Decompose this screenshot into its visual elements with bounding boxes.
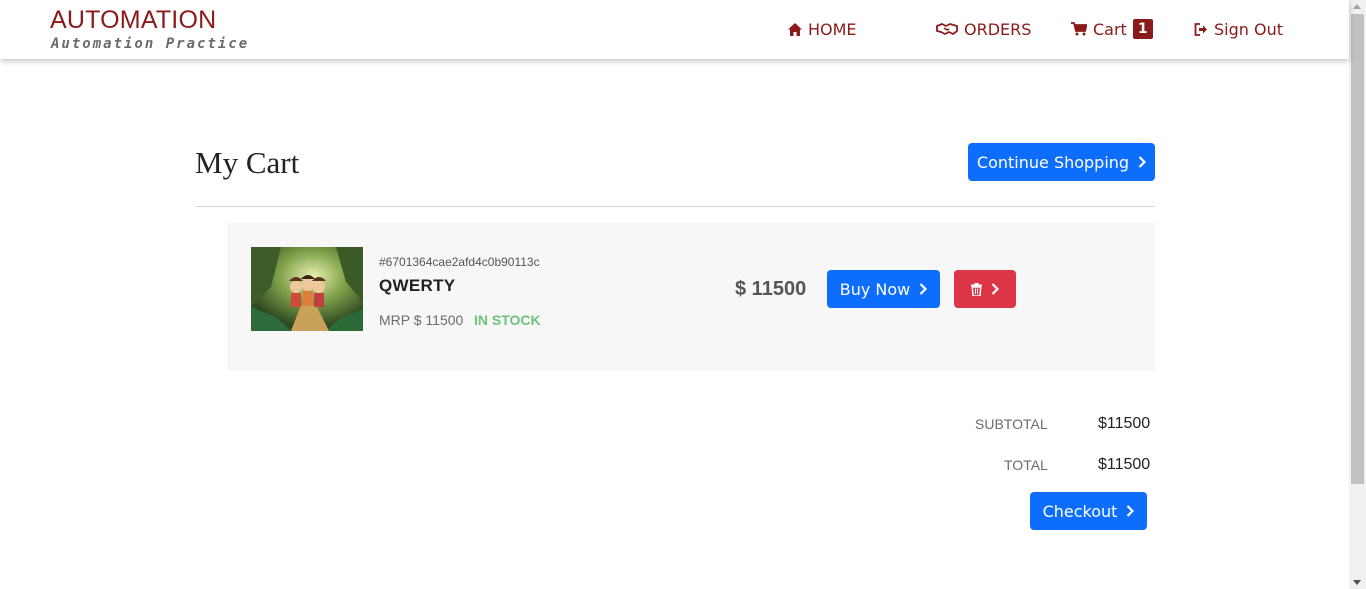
- continue-shopping-label: Continue Shopping: [976, 152, 1130, 172]
- nav-home-label: HOME: [808, 19, 857, 39]
- stock-status: IN STOCK: [474, 312, 541, 328]
- total-label: TOTAL: [1004, 457, 1048, 473]
- chevron-right-icon: [919, 283, 928, 295]
- scroll-thumb[interactable]: [1351, 14, 1364, 484]
- handshake-icon: [936, 23, 958, 35]
- buy-now-label: Buy Now: [839, 279, 911, 299]
- chevron-right-icon: [991, 283, 999, 295]
- divider: [195, 206, 1155, 207]
- buy-now-button[interactable]: Buy Now: [827, 270, 940, 308]
- subtotal-value: $11500: [1098, 415, 1151, 432]
- home-icon: [788, 22, 802, 36]
- total-value: $11500: [1098, 456, 1151, 473]
- cart-item: #6701364cae2afd4c0b90113c QWERTY MRP $ 1…: [227, 223, 1155, 371]
- scroll-down-arrow-icon[interactable]: [1353, 580, 1361, 585]
- product-mrp: MRP $ 11500: [379, 312, 464, 328]
- vertical-scrollbar[interactable]: [1349, 0, 1366, 589]
- page-title: My Cart: [195, 145, 300, 180]
- item-price: $ 11500: [735, 278, 807, 300]
- product-image[interactable]: [251, 247, 363, 331]
- product-id: #6701364cae2afd4c0b90113c: [379, 255, 540, 269]
- continue-shopping-button[interactable]: Continue Shopping: [968, 143, 1155, 181]
- trash-icon: [971, 282, 982, 296]
- subtotal-label: SUBTOTAL: [975, 416, 1048, 432]
- delete-item-button[interactable]: [954, 270, 1016, 308]
- sign-out-icon: [1194, 22, 1207, 36]
- product-name: QWERTY: [379, 276, 456, 295]
- nav-home-link[interactable]: HOME: [788, 17, 857, 41]
- checkout-button[interactable]: Checkout: [1030, 492, 1147, 530]
- nav-cart-link[interactable]: Cart 1: [1071, 17, 1153, 41]
- cart-count-badge: 1: [1132, 19, 1153, 39]
- checkout-label: Checkout: [1042, 501, 1118, 521]
- nav-signout-link[interactable]: Sign Out: [1194, 17, 1283, 41]
- nav-orders-link[interactable]: ORDERS: [936, 17, 1031, 41]
- brand-title[interactable]: AUTOMATION: [50, 6, 216, 35]
- navbar: AUTOMATION Automation Practice HOME ORDE…: [0, 0, 1349, 59]
- chevron-right-icon: [1138, 156, 1147, 168]
- brand-subtitle: Automation Practice: [51, 36, 250, 52]
- scroll-up-arrow-icon[interactable]: [1353, 4, 1361, 9]
- nav-cart-label: Cart: [1093, 19, 1127, 39]
- shopping-cart-icon: [1071, 22, 1087, 36]
- chevron-right-icon: [1127, 505, 1135, 517]
- nav-orders-label: ORDERS: [964, 19, 1032, 39]
- nav-signout-label: Sign Out: [1214, 19, 1283, 39]
